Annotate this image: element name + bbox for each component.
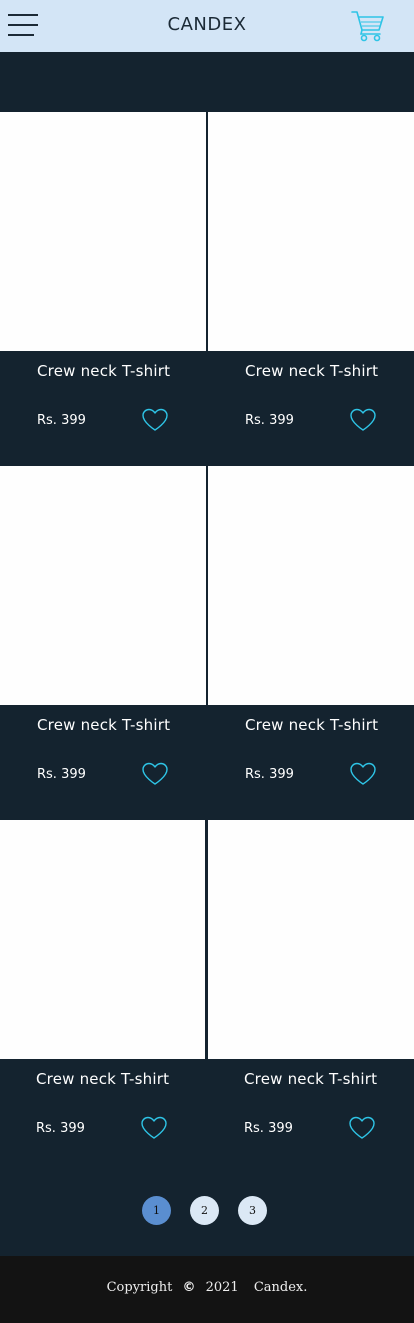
wishlist-heart-icon[interactable]	[348, 1116, 376, 1140]
pagination: 1 2 3	[142, 1196, 272, 1226]
copyright-text: Copyright © 2021 Candex.	[0, 1280, 414, 1295]
product-price: Rs. 399	[37, 767, 86, 782]
footer: Copyright © 2021 Candex.	[0, 1256, 414, 1323]
page-button-2[interactable]: 2	[190, 1196, 219, 1225]
product-image[interactable]	[0, 820, 205, 1059]
product-name[interactable]: Crew neck T-shirt	[245, 362, 378, 380]
wishlist-heart-icon[interactable]	[140, 1116, 168, 1140]
product-image[interactable]	[208, 820, 414, 1059]
product-image[interactable]	[0, 112, 206, 351]
product-price: Rs. 399	[36, 1121, 85, 1136]
product-card: Crew neck T-shirt Rs. 399	[208, 466, 414, 820]
product-image[interactable]	[208, 466, 414, 705]
company-name[interactable]: Candex.	[254, 1280, 308, 1295]
banner-area	[0, 52, 414, 112]
page-button-1[interactable]: 1	[142, 1196, 171, 1225]
product-row: Crew neck T-shirt Rs. 399 Crew neck T-sh…	[0, 820, 414, 1174]
product-image[interactable]	[0, 466, 206, 705]
product-card: Crew neck T-shirt Rs. 399	[0, 112, 206, 466]
top-header: CANDEX	[0, 0, 414, 52]
product-grid: Crew neck T-shirt Rs. 399 Crew neck T-sh…	[0, 112, 414, 1174]
product-image[interactable]	[208, 112, 414, 351]
product-card: Crew neck T-shirt Rs. 399	[208, 820, 414, 1174]
page-button-3[interactable]: 3	[238, 1196, 267, 1225]
shopping-cart-icon[interactable]	[350, 9, 386, 43]
wishlist-heart-icon[interactable]	[349, 408, 377, 432]
product-price: Rs. 399	[245, 413, 294, 428]
product-name[interactable]: Crew neck T-shirt	[36, 1070, 169, 1088]
product-card: Crew neck T-shirt Rs. 399	[208, 112, 414, 466]
product-row: Crew neck T-shirt Rs. 399 Crew neck T-sh…	[0, 112, 414, 466]
wishlist-heart-icon[interactable]	[141, 408, 169, 432]
wishlist-heart-icon[interactable]	[349, 762, 377, 786]
product-name[interactable]: Crew neck T-shirt	[245, 716, 378, 734]
product-row: Crew neck T-shirt Rs. 399 Crew neck T-sh…	[0, 466, 414, 820]
product-price: Rs. 399	[244, 1121, 293, 1136]
product-name[interactable]: Crew neck T-shirt	[37, 716, 170, 734]
product-price: Rs. 399	[245, 767, 294, 782]
copyright-year: 2021	[205, 1280, 239, 1295]
wishlist-heart-icon[interactable]	[141, 762, 169, 786]
copyright-word: Copyright	[106, 1280, 173, 1295]
copyright-symbol-icon: ©	[182, 1280, 196, 1295]
product-name[interactable]: Crew neck T-shirt	[244, 1070, 377, 1088]
product-card: Crew neck T-shirt Rs. 399	[0, 466, 206, 820]
product-name[interactable]: Crew neck T-shirt	[37, 362, 170, 380]
product-card: Crew neck T-shirt Rs. 399	[0, 820, 206, 1174]
product-price: Rs. 399	[37, 413, 86, 428]
